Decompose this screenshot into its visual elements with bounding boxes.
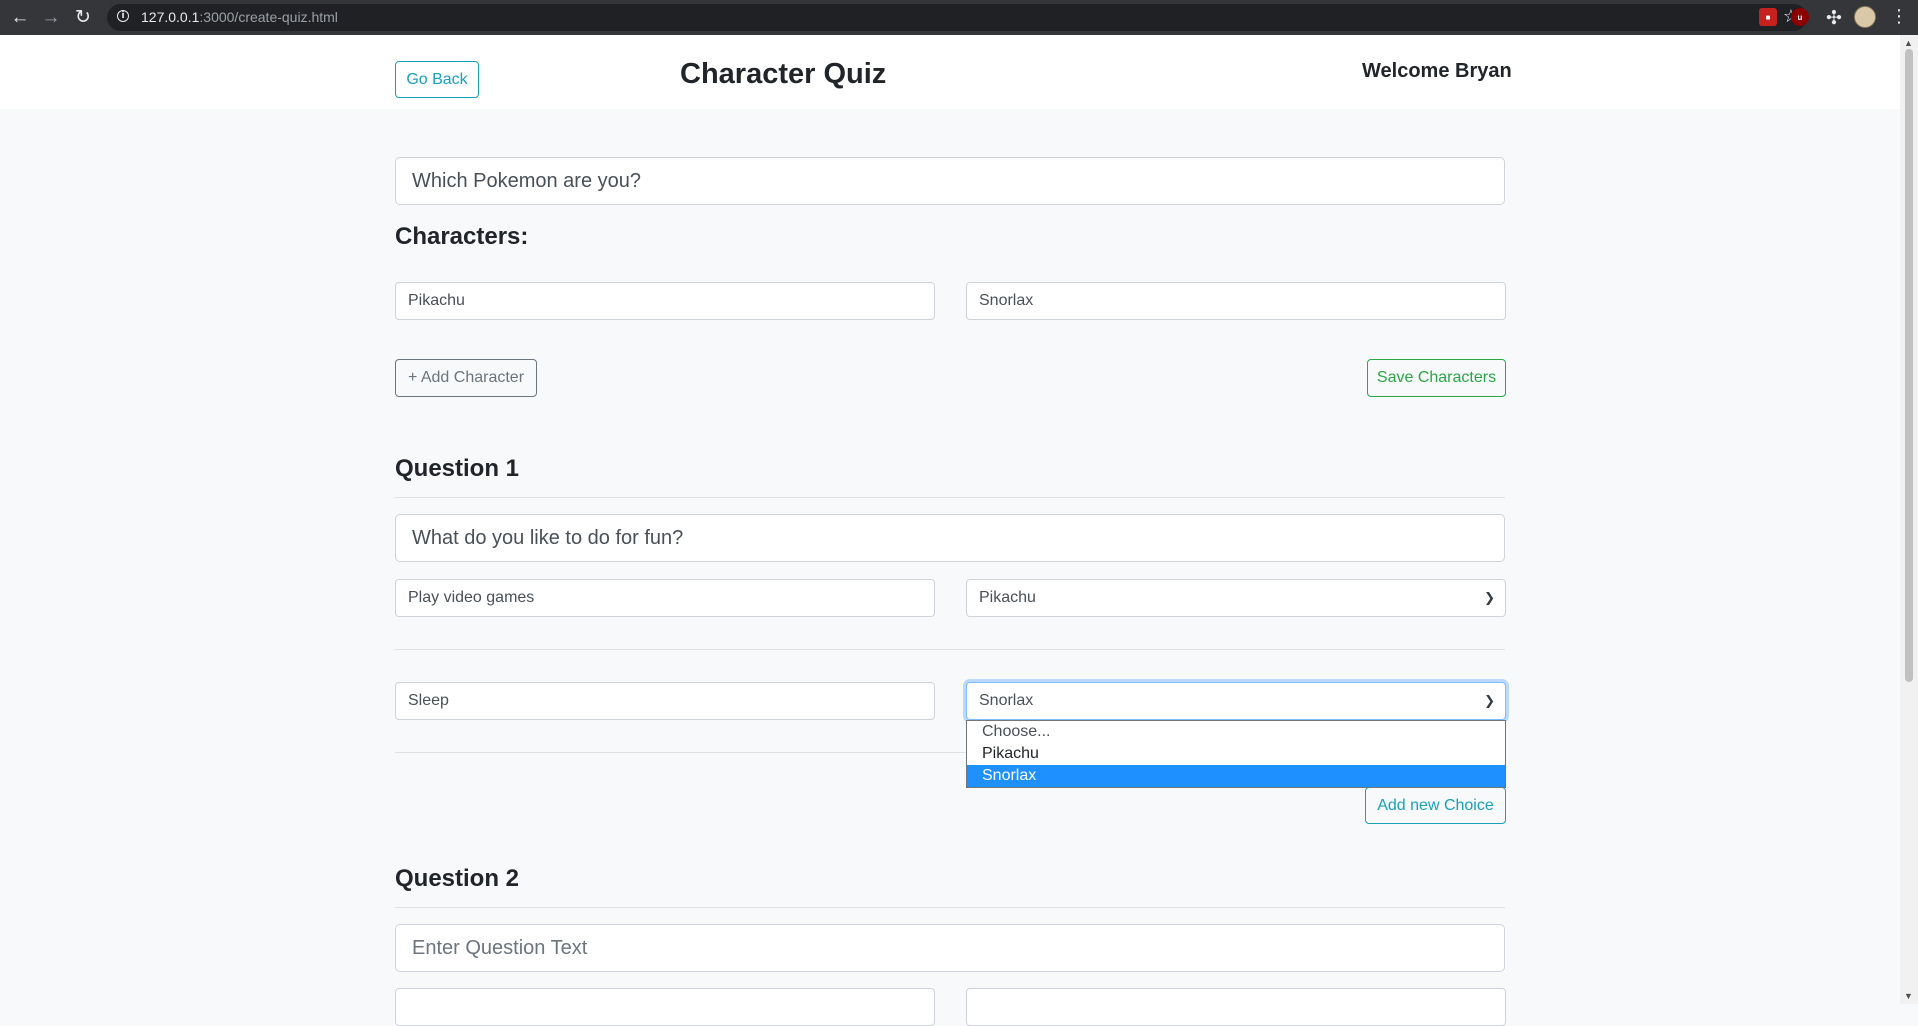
question-2-heading: Question 2 — [395, 865, 520, 892]
choice-1-character-select[interactable]: Pikachu ❯ — [966, 579, 1506, 617]
characters-heading: Characters: — [395, 223, 529, 250]
menu-kebab-icon[interactable]: ⋮ — [1890, 6, 1908, 27]
extension-icon[interactable]: ■ — [1759, 8, 1777, 26]
profile-avatar[interactable] — [1854, 6, 1876, 28]
reload-icon[interactable]: ↻ — [71, 5, 95, 29]
select-value: Snorlax — [979, 692, 1034, 709]
dropdown-option-snorlax[interactable]: Snorlax — [967, 765, 1505, 787]
select-value: Pikachu — [979, 589, 1036, 606]
scroll-up-arrow-icon[interactable]: ▲ — [1904, 38, 1913, 48]
page-scrollbar[interactable]: ▲ ▼ — [1900, 35, 1918, 1004]
dropdown-option-pikachu[interactable]: Pikachu — [967, 743, 1505, 765]
page-title: Character Quiz — [680, 58, 887, 90]
scroll-down-arrow-icon[interactable]: ▼ — [1904, 991, 1913, 1001]
save-characters-button[interactable]: Save Characters — [1367, 359, 1506, 397]
quiz-title-input[interactable]: Which Pokemon are you? — [395, 157, 1505, 205]
site-info-icon[interactable]: i — [117, 10, 129, 22]
choice-2-character-select[interactable]: Snorlax ❯ — [966, 682, 1506, 720]
welcome-message: Welcome Bryan — [1362, 60, 1512, 82]
add-new-choice-button[interactable]: Add new Choice — [1365, 787, 1506, 824]
browser-toolbar: ← → ↻ i 127.0.0.1:3000/create-quiz.html … — [0, 0, 1918, 35]
choice-2-input[interactable]: Sleep — [395, 682, 935, 720]
character-input-2[interactable]: Snorlax — [966, 282, 1506, 320]
question-2-choice-input[interactable] — [395, 988, 935, 1026]
dropdown-option-choose[interactable]: Choose... — [967, 721, 1505, 743]
question-2-text-input[interactable]: Enter Question Text — [395, 924, 1505, 972]
divider — [395, 649, 1505, 650]
puzzle-icon[interactable]: ✣ — [1822, 6, 1846, 30]
back-arrow-icon[interactable]: ← — [8, 5, 32, 29]
ublock-extension-icon[interactable]: u — [1791, 8, 1809, 26]
go-back-button[interactable]: Go Back — [395, 61, 479, 98]
choice-1-input[interactable]: Play video games — [395, 579, 935, 617]
forward-arrow-icon[interactable]: → — [39, 5, 63, 29]
page-header — [0, 35, 1900, 109]
question-1-text-input[interactable]: What do you like to do for fun? — [395, 514, 1505, 562]
character-select-dropdown[interactable]: Choose... Pikachu Snorlax — [966, 720, 1506, 788]
scrollbar-thumb[interactable] — [1905, 49, 1913, 682]
chevron-down-icon: ❯ — [1484, 693, 1495, 708]
url-text[interactable]: 127.0.0.1:3000/create-quiz.html — [141, 9, 338, 25]
question-2-character-select[interactable] — [966, 988, 1506, 1026]
address-bar[interactable]: i 127.0.0.1:3000/create-quiz.html ☆ — [107, 4, 1807, 31]
add-character-button[interactable]: + Add Character — [395, 359, 537, 397]
divider — [395, 497, 1505, 498]
character-input-1[interactable]: Pikachu — [395, 282, 935, 320]
chevron-down-icon: ❯ — [1484, 590, 1495, 605]
question-1-heading: Question 1 — [395, 455, 520, 482]
divider — [395, 907, 1505, 908]
